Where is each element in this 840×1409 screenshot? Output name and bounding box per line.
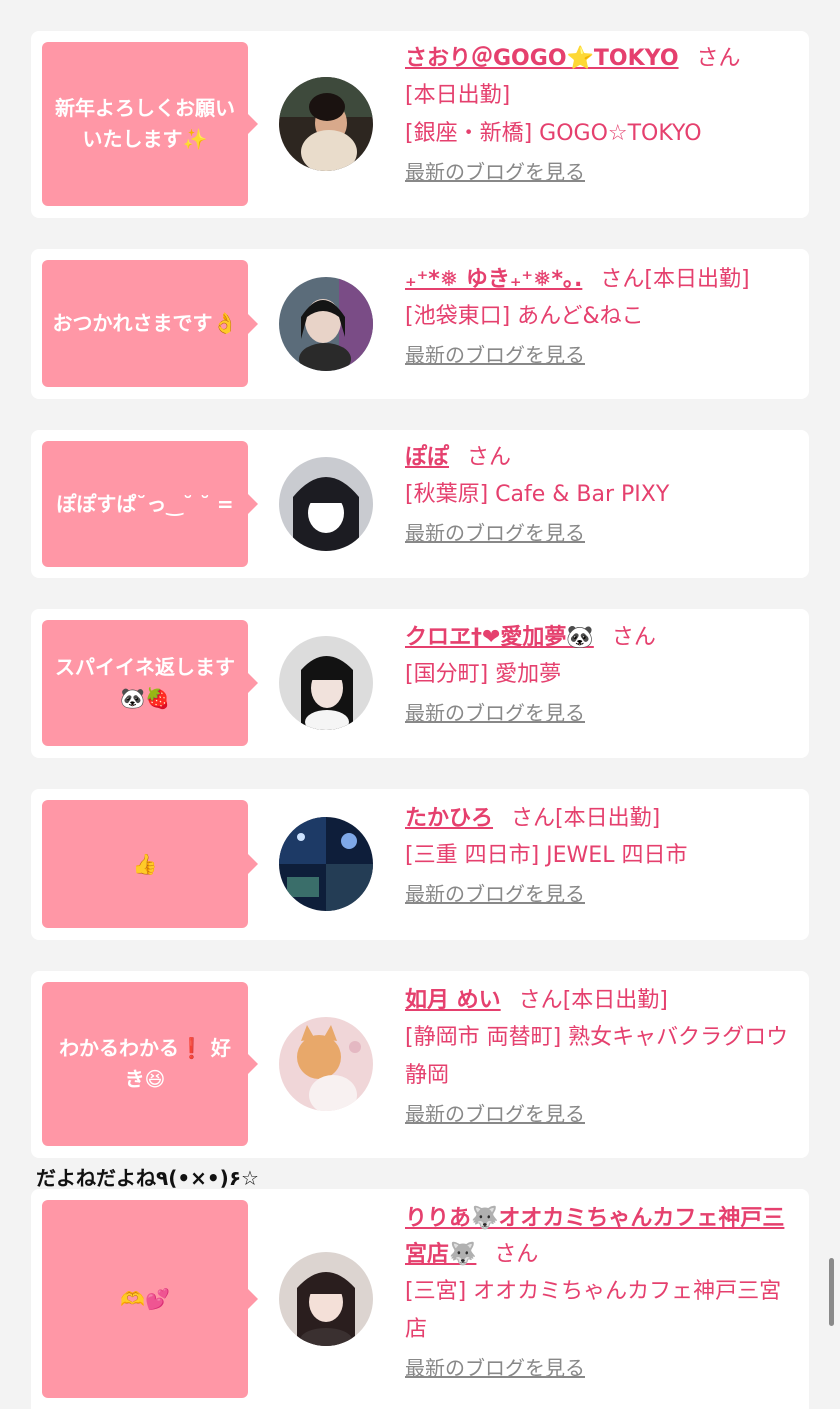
honorific: さん [494, 1242, 539, 1267]
view-blog-link[interactable]: 最新のブログを見る [405, 340, 585, 370]
view-blog-link[interactable]: 最新のブログを見る [405, 518, 585, 548]
view-blog-link[interactable]: 最新のブログを見る [405, 879, 585, 909]
avatar[interactable] [279, 457, 373, 551]
view-blog-link[interactable]: 最新のブログを見る [405, 1353, 585, 1383]
avatar[interactable] [279, 817, 373, 911]
list-item: ぽぽすぱ˘っ‿˘ ˘ = ぽぽ さん [秋葉原] Cafe & Bar PIXY … [31, 430, 809, 578]
avatar[interactable] [279, 77, 373, 171]
user-name-link[interactable]: りりあ🐺オオカミちゃんカフェ神戸三宮店🐺 [405, 1206, 784, 1267]
message-bubble: 新年よろしくお願いいたします✨ [42, 42, 258, 206]
list-item: 🫶💕 りりあ🐺オオカミちゃんカフェ神戸三宮店🐺 さん [三宮] オオカミちゃんカフ… [31, 1189, 809, 1409]
list-item: わかるわかる❗ 好き😆 如月 めい さん[本日出勤] [静岡市 両替町] 熟女キャ… [31, 971, 809, 1158]
user-name-link[interactable]: 如月 めい [405, 988, 501, 1013]
loose-message-text: だよねだよね٩(•×•)۶☆ [36, 1166, 259, 1190]
user-name-link[interactable]: ₊⁺*❅ ゆき₊⁺❅*｡. [405, 267, 582, 292]
list-item: 新年よろしくお願いいたします✨ さおり＠GOGO⭐TOKYO さん [本日出勤] … [31, 31, 809, 218]
user-name-link[interactable]: さおり＠GOGO⭐TOKYO [405, 46, 679, 71]
store-info: [静岡市 両替町] 熟女キャバクラグロウ静岡 [405, 1025, 789, 1088]
store-info: [三重 四日市] JEWEL 四日市 [405, 843, 688, 868]
list-item: スパイイネ返します🐼🍓 クロヱ†❤愛加夢🐼 さん [国分町] 愛加夢 最新のブログ… [31, 609, 809, 758]
scrollbar[interactable] [829, 1258, 834, 1326]
user-name-link[interactable]: クロヱ†❤愛加夢🐼 [405, 625, 594, 650]
honorific: さん [611, 625, 656, 650]
view-blog-link[interactable]: 最新のブログを見る [405, 157, 585, 187]
honorific: さん [511, 806, 556, 831]
store-info: [国分町] 愛加夢 [405, 662, 562, 687]
message-bubble: ぽぽすぱ˘っ‿˘ ˘ = [42, 441, 258, 567]
honorific: さん [600, 267, 645, 292]
message-bubble: 👍 [42, 800, 258, 928]
user-name-link[interactable]: たかひろ [405, 806, 493, 831]
store-info: [秋葉原] Cafe & Bar PIXY [405, 482, 670, 507]
work-status: [本日出勤] [562, 988, 668, 1013]
user-name-link[interactable]: ぽぽ [405, 445, 449, 470]
list-item: おつかれさまです👌 ₊⁺*❅ ゆき₊⁺❅*｡. さん[本日出勤] [池袋東口] あ… [31, 249, 809, 399]
avatar[interactable] [279, 277, 373, 371]
store-info: [銀座・新橋] GOGO☆TOKYO [405, 121, 702, 146]
message-bubble: わかるわかる❗ 好き😆 [42, 982, 258, 1146]
honorific: さん [467, 445, 512, 470]
message-bubble: スパイイネ返します🐼🍓 [42, 620, 258, 746]
work-status: [本日出勤] [644, 267, 750, 292]
message-bubble: おつかれさまです👌 [42, 260, 258, 387]
view-blog-link[interactable]: 最新のブログを見る [405, 1099, 585, 1129]
honorific: さん [518, 988, 563, 1013]
store-info: [池袋東口] あんど&ねこ [405, 304, 644, 329]
work-status: [本日出勤] [405, 83, 511, 108]
store-info: [三宮] オオカミちゃんカフェ神戸三宮店 [405, 1279, 782, 1342]
list-item: 👍 たかひろ さん[本日出勤] [三重 四日市] JEWEL 四日市 最新のブログ… [31, 789, 809, 940]
view-blog-link[interactable]: 最新のブログを見る [405, 698, 585, 728]
message-bubble: 🫶💕 [42, 1200, 258, 1398]
avatar[interactable] [279, 1252, 373, 1346]
avatar[interactable] [279, 1017, 373, 1111]
honorific: さん [696, 46, 741, 71]
avatar[interactable] [279, 636, 373, 730]
work-status: [本日出勤] [555, 806, 661, 831]
